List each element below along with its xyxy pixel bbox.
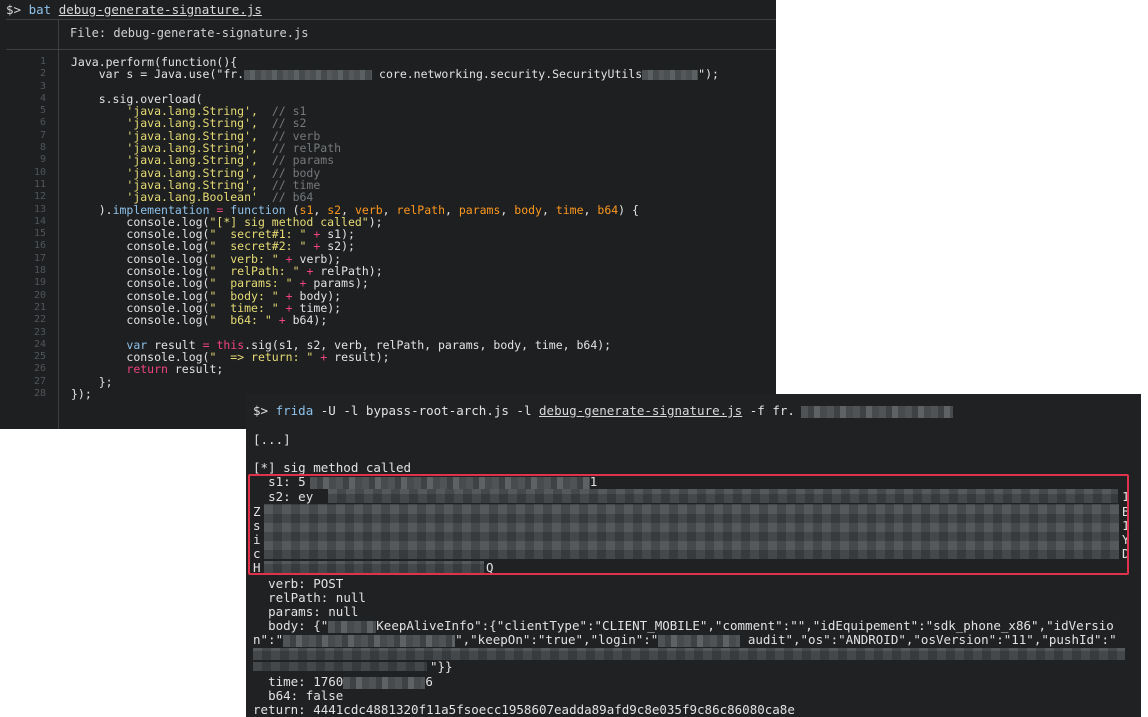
- command-file: debug-generate-signature.js: [58, 2, 262, 17]
- line-number: 10: [33, 166, 46, 178]
- line-number: 7: [39, 129, 46, 141]
- verb-line: verb: POST: [268, 576, 344, 591]
- relpath-line: relPath: null: [268, 590, 366, 605]
- params-line: params: null: [268, 604, 359, 619]
- redacted-text: [244, 69, 373, 80]
- line-number: 4: [39, 92, 46, 104]
- bat-command-line: $> bat debug-generate-signature.js: [6, 2, 262, 17]
- line-number: 26: [33, 363, 46, 375]
- line-number: 12: [33, 191, 46, 203]
- line-number: 9: [39, 154, 46, 166]
- b64-line: b64: false: [268, 688, 344, 703]
- body-line-1: body: {" KeepAliveInfo":{"clientType":"CL…: [268, 618, 1114, 633]
- line-number: 5: [39, 105, 46, 117]
- command-bin: bat: [28, 2, 52, 17]
- redacted-text: [658, 634, 741, 647]
- line-number: 24: [33, 338, 46, 350]
- sig-called-line: [*] sig method called: [253, 460, 412, 475]
- redacted-text: [642, 69, 699, 80]
- line-number: 18: [33, 265, 46, 277]
- line-number: 21: [33, 301, 46, 313]
- redacted-block: [253, 662, 427, 671]
- time-line: time: 1760 6: [268, 674, 433, 689]
- line-number: 13: [33, 203, 46, 215]
- line-number: 23: [33, 326, 46, 338]
- line-number: 16: [33, 240, 46, 252]
- highlight-box: [248, 474, 1129, 575]
- line-number: 22: [33, 314, 46, 326]
- line-number: 8: [39, 142, 46, 154]
- file-header: File: debug-generate-signature.js: [70, 26, 309, 40]
- divider: [6, 49, 776, 50]
- line-number: 17: [33, 252, 46, 264]
- line-number: 25: [33, 351, 46, 363]
- gutter-separator: [58, 50, 59, 429]
- line-number: 3: [39, 80, 46, 92]
- redacted-text: [800, 405, 953, 418]
- line-number: 11: [33, 178, 46, 190]
- redacted-text: [343, 676, 426, 689]
- line-number: 28: [33, 388, 46, 400]
- divider: [6, 19, 776, 20]
- line-number: 15: [33, 228, 46, 240]
- redacted-text: [283, 634, 456, 647]
- line-number: 14: [33, 215, 46, 227]
- return-line: return: 4441cdc4881320f11a5fsoecc1958607…: [253, 702, 795, 717]
- ellipsis-line: [...]: [253, 432, 291, 447]
- frida-command-line: $> frida -U -l bypass-root-arch.js -l de…: [253, 403, 953, 418]
- gutter-separator: [58, 19, 59, 49]
- line-number: 27: [33, 375, 46, 387]
- line-number: 1: [39, 56, 46, 67]
- line-number: 2: [39, 68, 46, 80]
- redacted-block: [253, 648, 1125, 660]
- body-line-2: n":" ","keepOn":"true","login":" audit","…: [253, 632, 1117, 647]
- prompt: $>: [6, 2, 22, 17]
- bat-terminal-window: $> bat debug-generate-signature.js File:…: [0, 0, 776, 429]
- line-number: 19: [33, 277, 46, 289]
- redacted-text: [328, 620, 377, 633]
- line-number: 20: [33, 289, 46, 301]
- line-number: 6: [39, 117, 46, 129]
